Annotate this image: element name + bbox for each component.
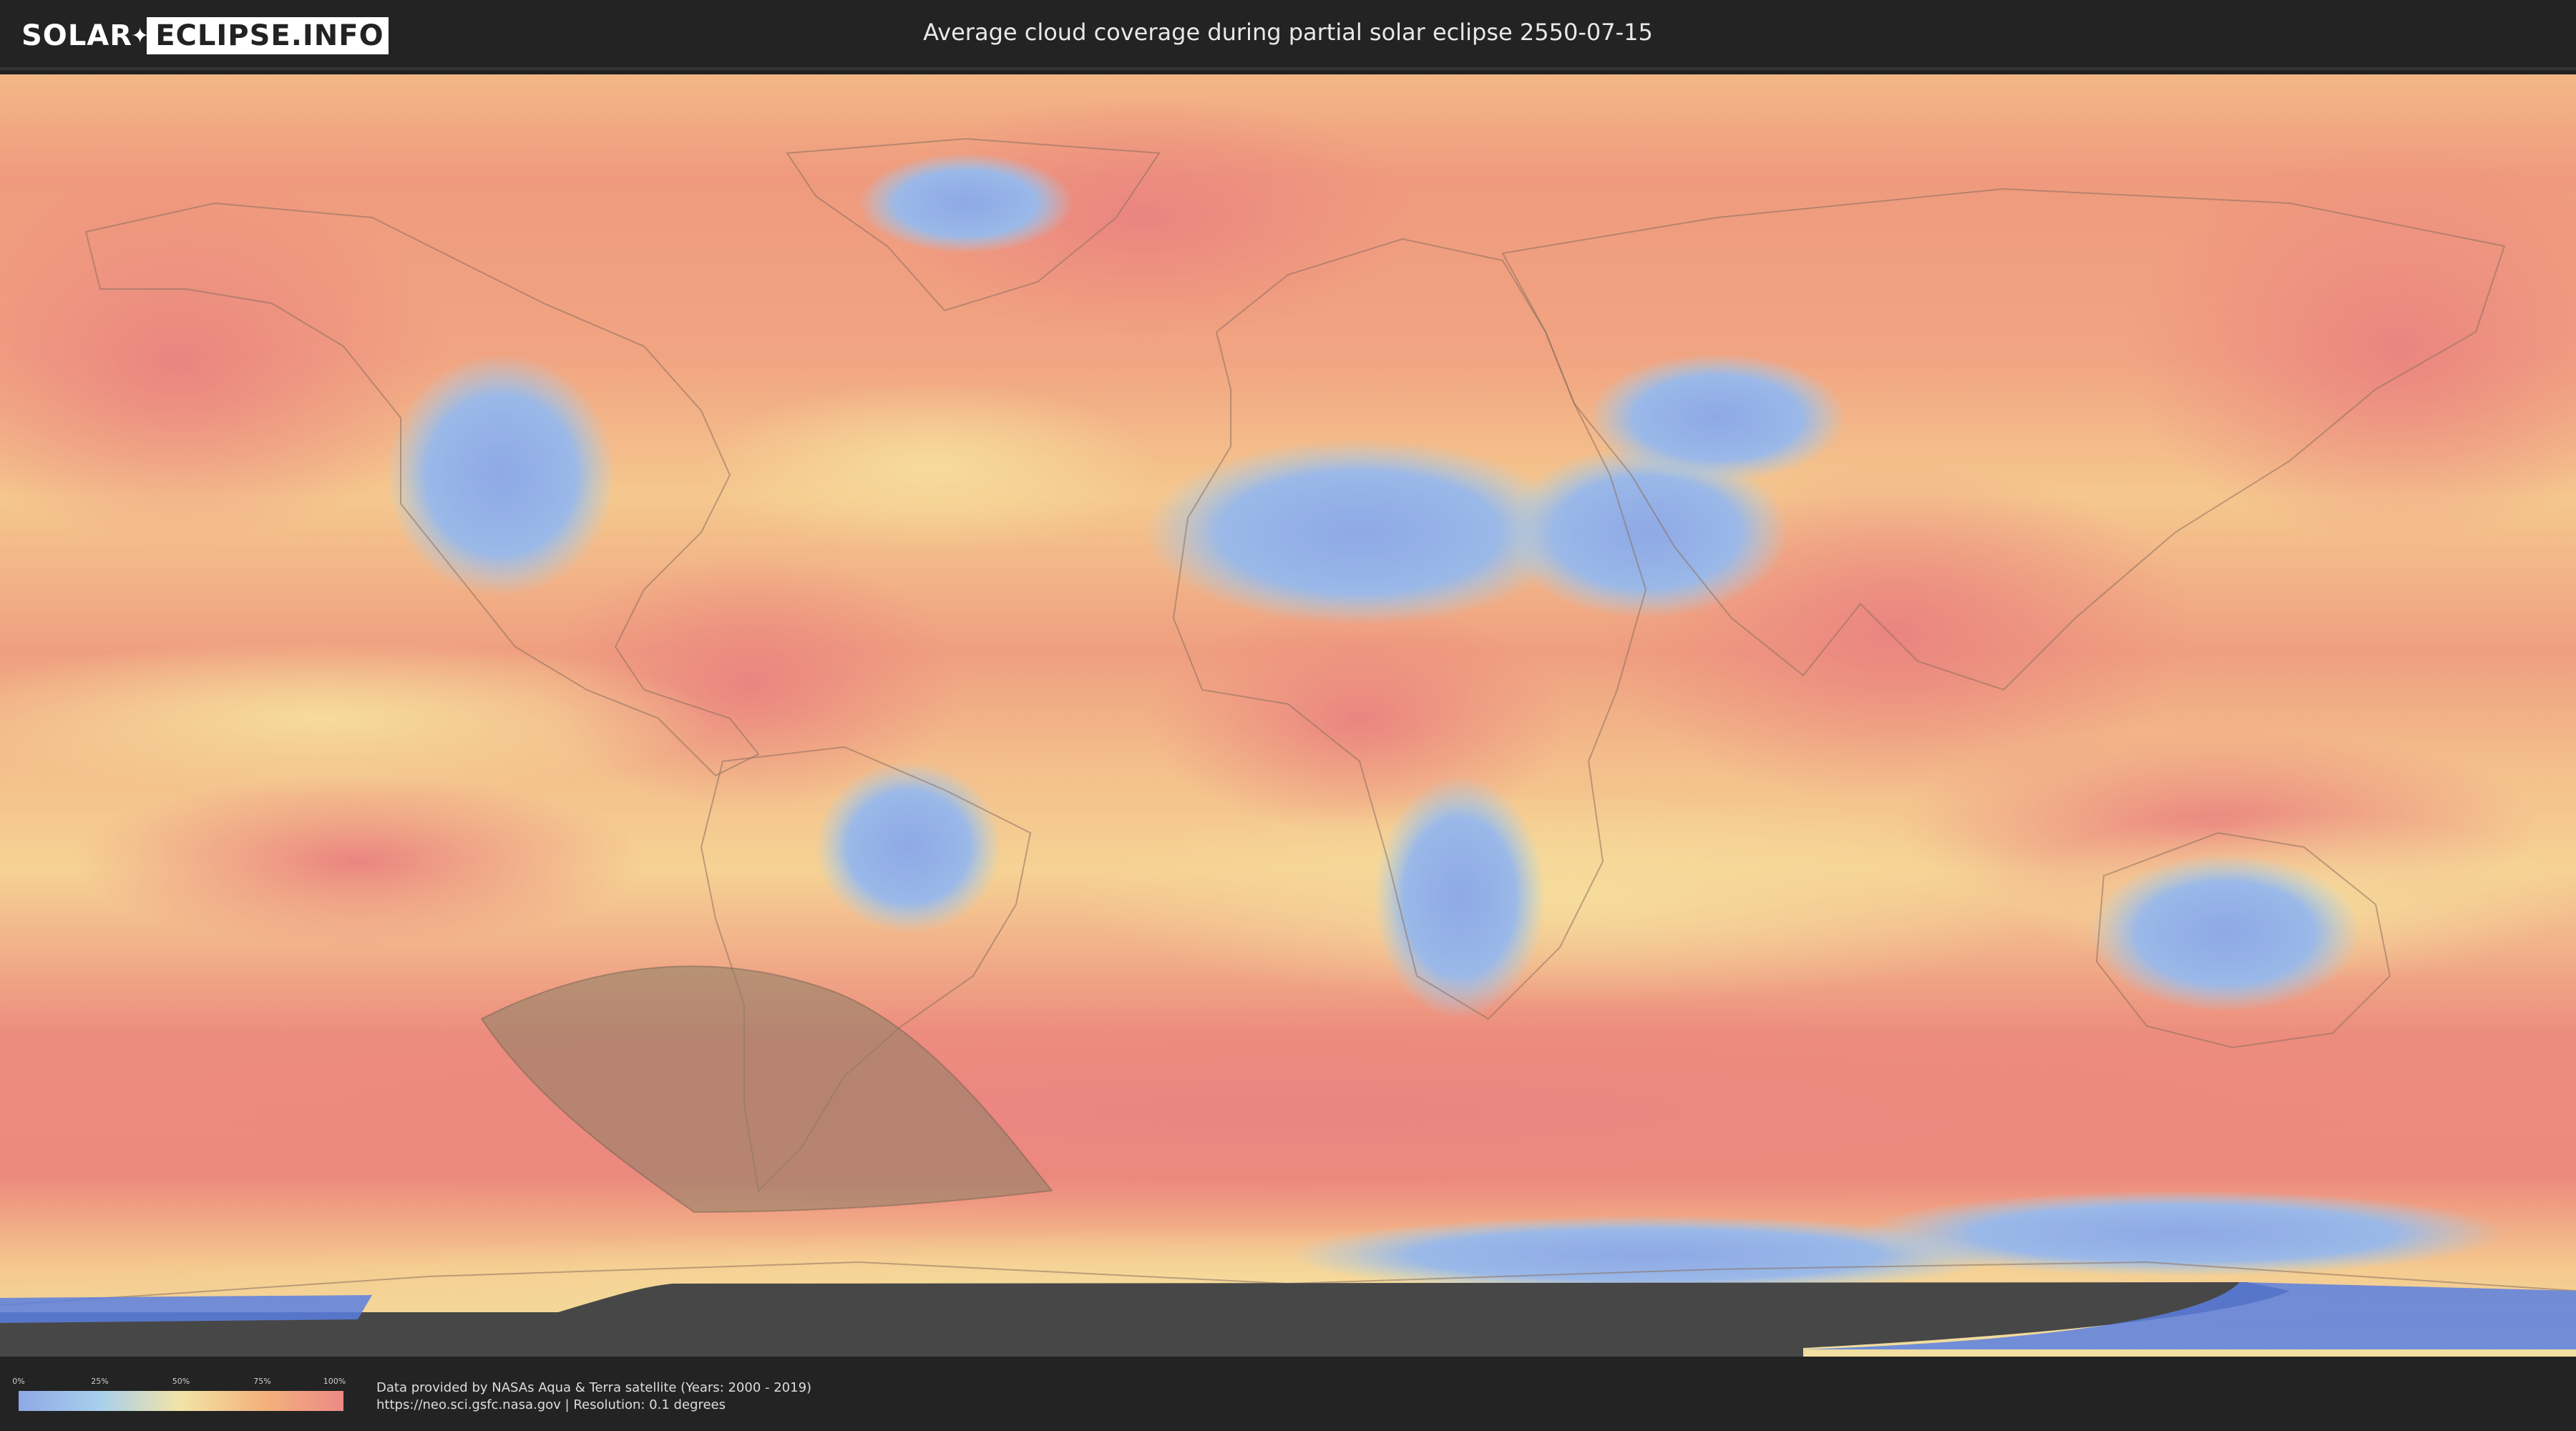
credit-line-url[interactable]: https://neo.sci.gsfc.nasa.gov | Resoluti… [376,1397,811,1414]
central-asia-clear-area [1589,353,1846,482]
header-bar: SOLAR ✦ ECLIPSE.INFO Average cloud cover… [0,0,2576,70]
sun-spark-icon: ✦ [131,23,150,49]
cloud-coverage-map[interactable] [0,74,2576,1357]
legend-tick-0: 0% [12,1377,25,1386]
legend-tick-75: 75% [253,1377,271,1386]
southern-africa-clear-area [1374,776,1546,1019]
legend-ticks: 0% 25% 50% 75% 100% [12,1377,346,1388]
cloud-coverage-legend-bar [19,1391,343,1411]
brazil-clear-area [816,761,1002,933]
data-credit: Data provided by NASAs Aqua & Terra sate… [376,1379,811,1414]
western-us-clear-area [386,353,615,597]
greenland-clear-area [859,153,1073,253]
legend-tick-50: 50% [172,1377,190,1386]
australia-clear-area [2089,854,2361,1012]
credit-line-source: Data provided by NASAs Aqua & Terra sate… [376,1380,812,1395]
antarctic-ice-edge [0,1295,372,1323]
legend-tick-100: 100% [323,1377,346,1386]
antarctica-clear-area-far-east [1860,1191,2504,1276]
legend-tick-25: 25% [91,1377,109,1386]
page-title: Average cloud coverage during partial so… [923,19,1653,46]
world-map-svg [0,74,2576,1357]
